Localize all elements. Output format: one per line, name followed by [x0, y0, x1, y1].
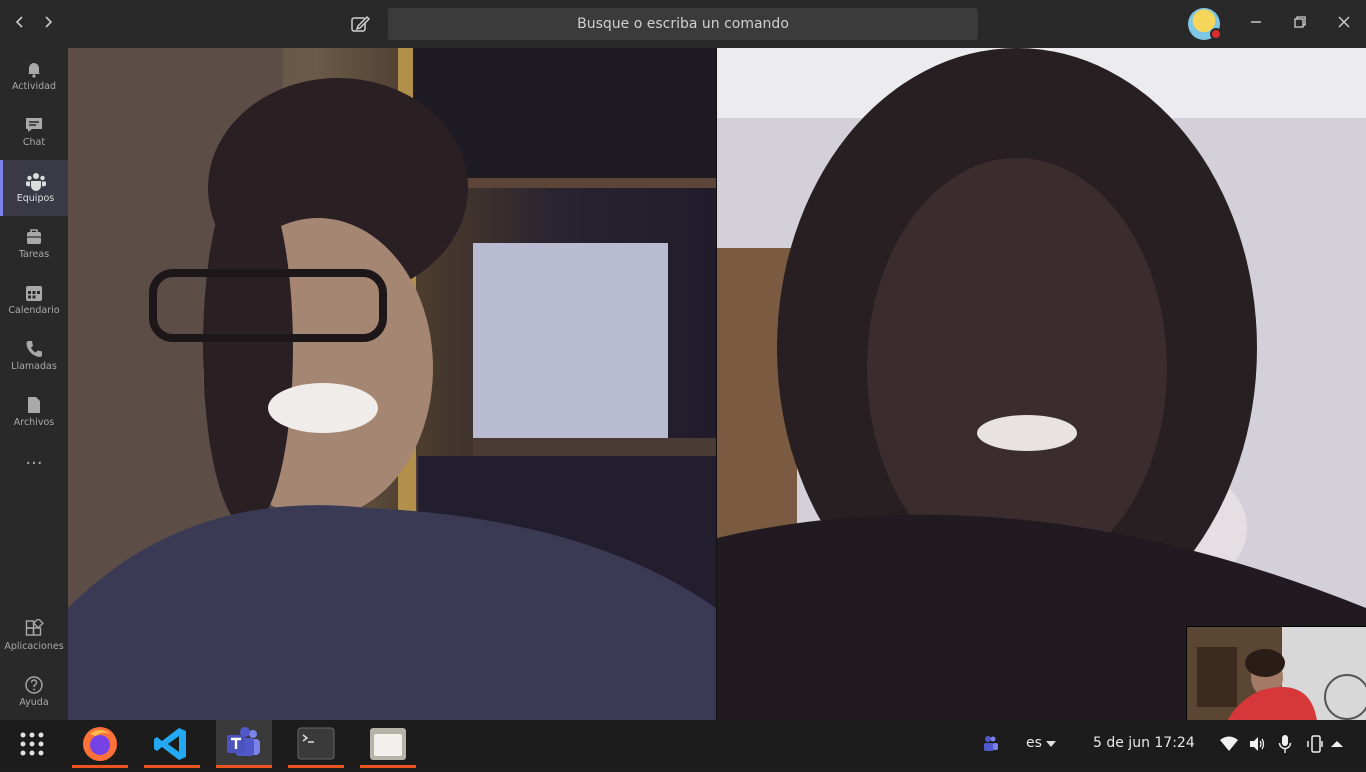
compose-icon — [351, 15, 371, 32]
rail-item-actividad[interactable]: Actividad — [0, 48, 68, 104]
calendar-icon — [26, 286, 42, 301]
taskbar-app-vscode[interactable] — [144, 720, 200, 768]
show-applications-button[interactable] — [4, 720, 60, 768]
back-button[interactable] — [8, 12, 32, 36]
presence-status-icon — [1210, 28, 1222, 40]
participant-video-feed — [68, 48, 716, 720]
taskbar-app-terminal[interactable] — [288, 720, 344, 768]
close-button[interactable] — [1332, 12, 1356, 36]
file-icon — [28, 397, 40, 413]
search-input[interactable]: Busque o escriba un comando — [388, 8, 978, 40]
briefcase-icon — [27, 229, 41, 244]
wifi-icon[interactable] — [1220, 736, 1238, 752]
rail-label: Tareas — [18, 249, 50, 260]
chevron-left-icon — [15, 16, 23, 28]
minimize-button[interactable] — [1244, 12, 1268, 36]
participant-video-left[interactable] — [68, 48, 716, 720]
rail-label: Ayuda — [19, 697, 49, 708]
taskbar-app-files[interactable] — [360, 720, 416, 768]
clock[interactable]: 5 de jun 17:24 — [1093, 735, 1195, 751]
rail-item-archivos[interactable]: Archivos — [0, 384, 68, 440]
volume-icon[interactable] — [1248, 735, 1266, 753]
app-grid-icon — [20, 732, 44, 756]
firefox-icon — [83, 727, 117, 761]
microphone-icon[interactable] — [1278, 734, 1292, 754]
participant-video-feed — [717, 48, 1366, 720]
rail-item-equipos[interactable]: Equipos — [0, 160, 68, 216]
language-selector[interactable]: es — [1026, 720, 1066, 768]
rail-item-ayuda[interactable]: Ayuda — [0, 664, 68, 720]
close-icon — [1338, 16, 1350, 28]
rail-label: Archivos — [13, 417, 55, 428]
teams-tray-icon[interactable] — [980, 734, 1000, 754]
teams-icon — [25, 173, 46, 191]
teams-icon — [227, 727, 260, 756]
apps-icon — [25, 619, 44, 636]
vscode-icon — [154, 728, 186, 760]
more-icon: ... — [25, 448, 43, 469]
rail-item-calendario[interactable]: Calendario — [0, 272, 68, 328]
rail-label: Aplicaciones — [4, 641, 64, 652]
chevron-down-icon — [1046, 741, 1056, 747]
rail-label: Chat — [22, 137, 46, 148]
bell-icon — [28, 63, 40, 78]
files-icon — [370, 728, 406, 760]
self-video-feed — [1187, 627, 1366, 720]
rail-label: Actividad — [11, 81, 57, 92]
taskbar-app-firefox[interactable] — [72, 720, 128, 768]
title-bar: Busque o escriba un comando — [0, 0, 1366, 48]
rail-label: Equipos — [16, 193, 55, 204]
maximize-button[interactable] — [1288, 12, 1312, 36]
rail-item-llamadas[interactable]: Llamadas — [0, 328, 68, 384]
rail-label: Llamadas — [11, 361, 57, 372]
call-stage — [68, 48, 1366, 720]
app-rail: Actividad Chat Equipos Tareas Calendario… — [0, 48, 68, 720]
restore-icon — [1294, 16, 1306, 28]
terminal-icon — [297, 727, 335, 760]
chat-icon — [26, 118, 42, 132]
self-view-video[interactable] — [1186, 626, 1366, 720]
new-chat-button[interactable] — [348, 12, 372, 36]
participant-video-right[interactable] — [717, 48, 1366, 720]
phone-connection-icon[interactable] — [1305, 734, 1325, 754]
help-icon — [25, 676, 43, 694]
more-apps-button[interactable]: ... — [0, 444, 68, 480]
rail-item-aplicaciones[interactable]: Aplicaciones — [0, 608, 68, 664]
taskbar: es 5 de jun 17:24 — [0, 720, 1366, 768]
rail-item-chat[interactable]: Chat — [0, 104, 68, 160]
rail-label: Calendario — [8, 305, 60, 316]
phone-icon — [26, 341, 42, 357]
system-menu-arrow-icon[interactable] — [1331, 740, 1343, 748]
language-label: es — [1026, 735, 1042, 751]
minimize-icon — [1251, 21, 1261, 23]
chevron-right-icon — [45, 16, 53, 28]
forward-button[interactable] — [36, 12, 60, 36]
rail-item-tareas[interactable]: Tareas — [0, 216, 68, 272]
taskbar-app-teams[interactable] — [216, 720, 272, 768]
